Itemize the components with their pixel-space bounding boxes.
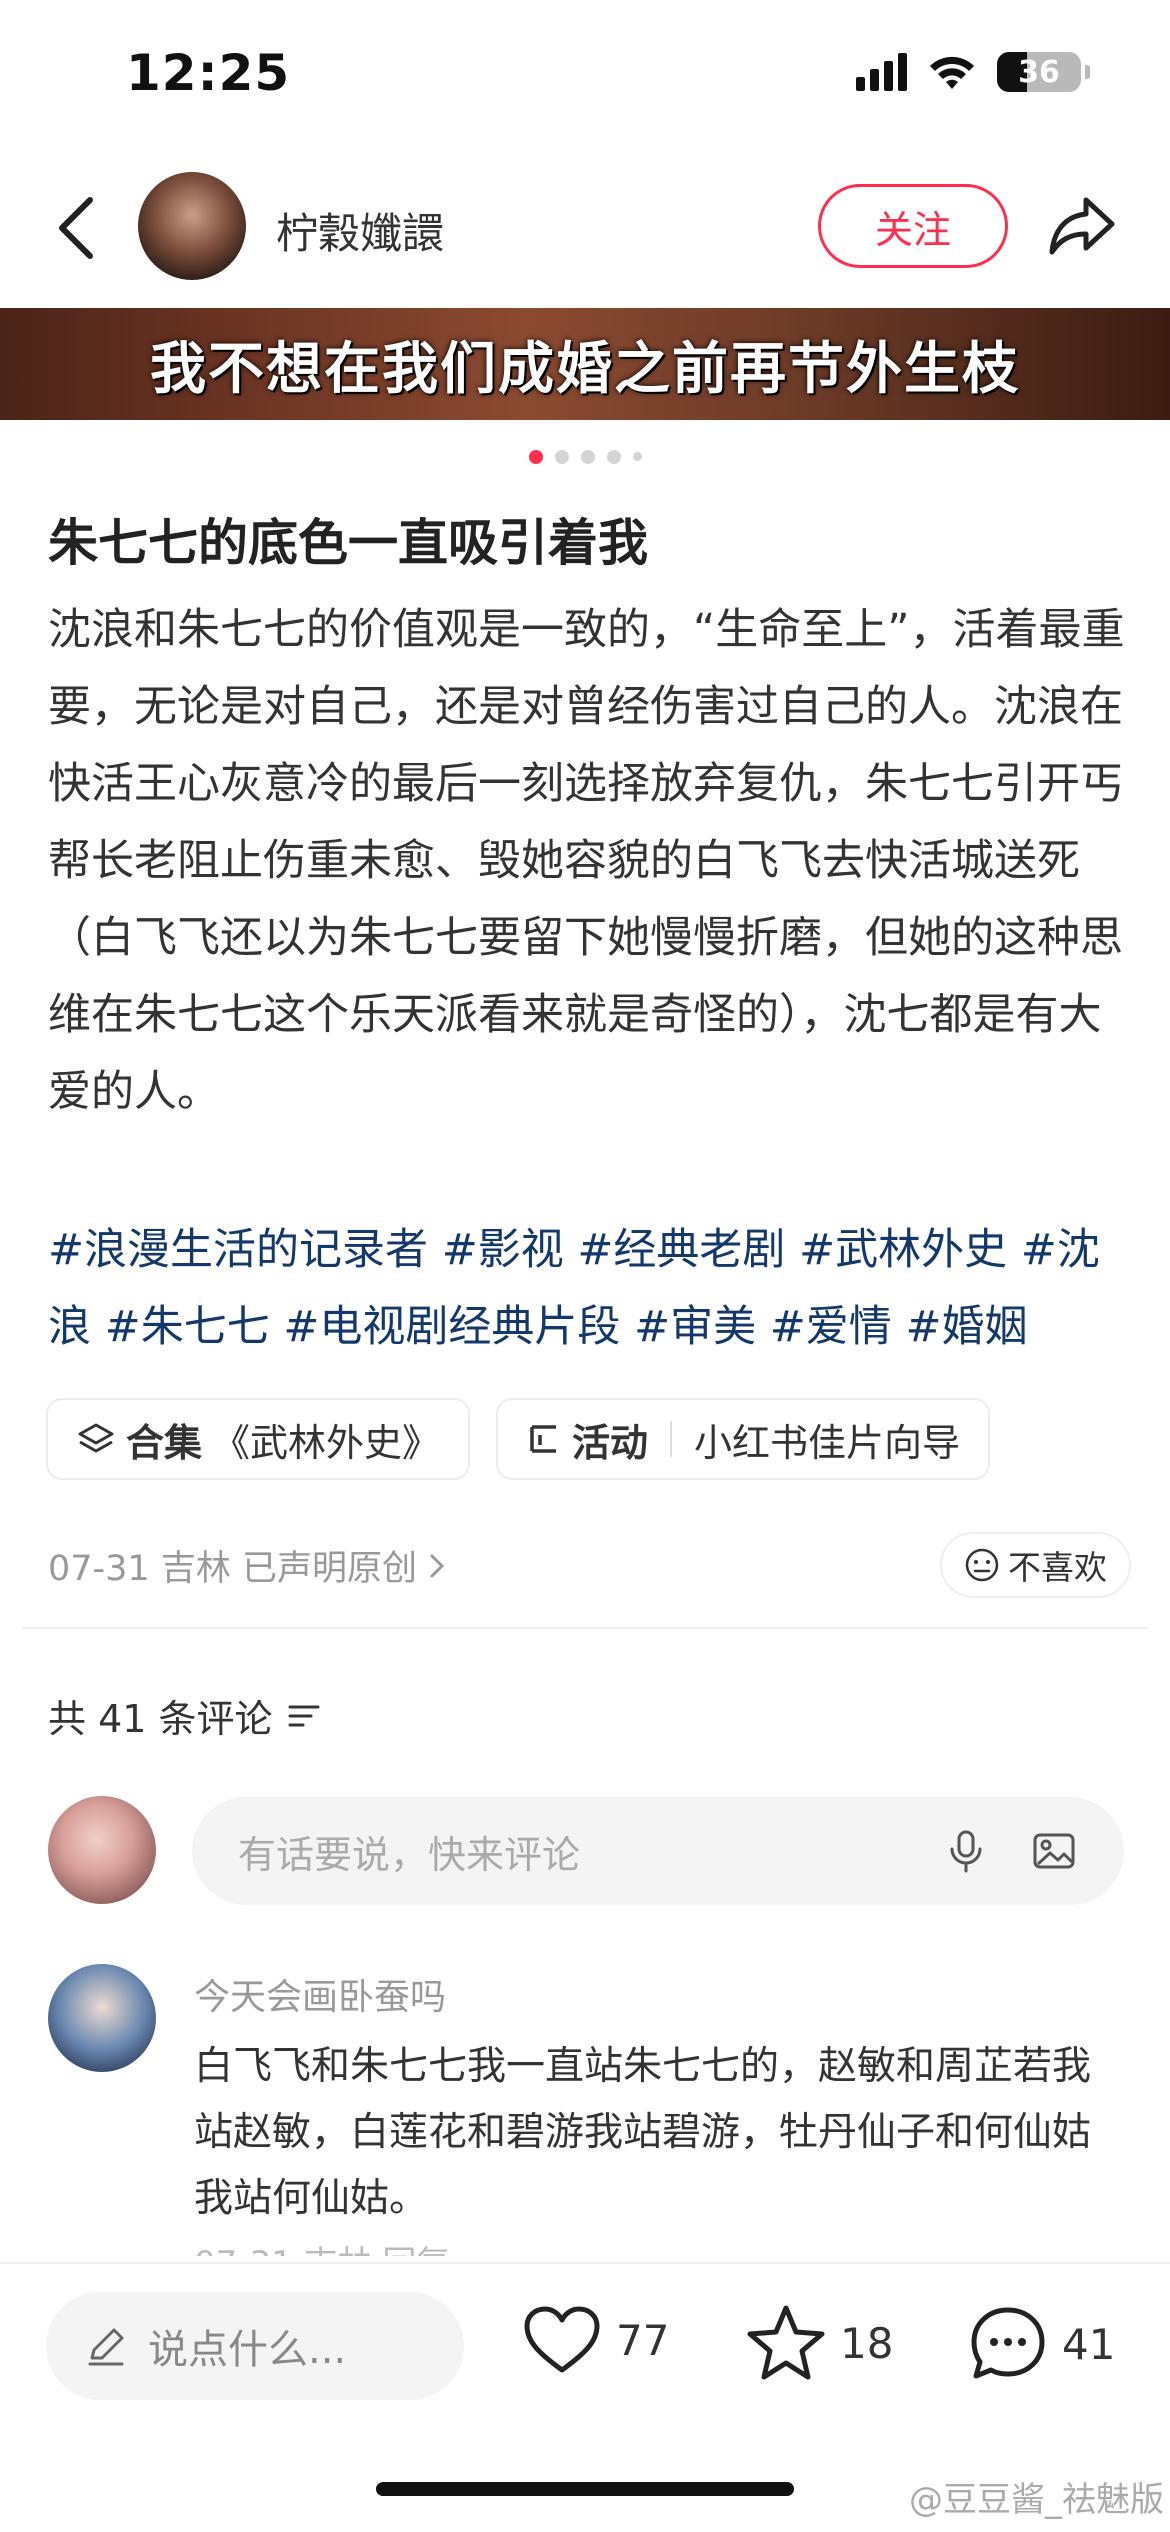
neutral-face-icon — [965, 1548, 999, 1582]
page-dot — [632, 452, 642, 461]
like-button[interactable]: 77 — [522, 2304, 669, 2376]
current-user-avatar — [48, 1796, 156, 1904]
microphone-icon[interactable] — [942, 1827, 990, 1875]
comment-count-label: 共 41 条评论 — [48, 1697, 273, 1741]
status-time: 12:25 — [126, 44, 291, 102]
post-body: 沈浪和朱七七的价值观是一致的，“生命至上”，活着最重要，无论是对自己，还是对曾经… — [48, 605, 1125, 1117]
dislike-button[interactable]: 不喜欢 — [940, 1532, 1131, 1598]
battery-tip — [1085, 65, 1090, 79]
chevron-left-icon — [59, 196, 93, 259]
comment-meta: 07-31 吉林 回复 — [194, 2236, 450, 2256]
author-avatar[interactable] — [138, 172, 246, 280]
say-something-input[interactable]: 说点什么... — [46, 2292, 464, 2400]
layers-icon — [78, 1423, 114, 1453]
comment-text: 白飞飞和朱七七我一直站朱七七的，赵敏和周芷若我站赵敏，白莲花和碧游我站碧游，牡丹… — [194, 2044, 1092, 2221]
watermark: @豆豆酱_祛魅版 — [909, 2480, 1164, 2520]
status-icons: 36 — [856, 52, 1090, 92]
comment-count-bottom: 41 — [1062, 2319, 1116, 2369]
post-image[interactable]: 我不想在我们成婚之前再节外生枝 — [0, 308, 1170, 420]
say-something-placeholder: 说点什么... — [148, 2327, 347, 2373]
status-bar: 12:25 36 — [0, 0, 1170, 150]
back-button[interactable] — [46, 190, 106, 265]
page-dot — [554, 450, 569, 464]
comment-input-placeholder: 有话要说，快来评论 — [238, 1832, 581, 1877]
post-tags[interactable]: #浪漫生活的记录者 #影视 #经典老剧 #武林外史 #沈浪 #朱七七 #电视剧经… — [48, 1212, 1138, 1366]
collection-label: 合集 — [126, 1420, 203, 1465]
battery-percent: 36 — [1018, 54, 1060, 90]
comment-username[interactable]: 今天会画卧蚕吗 — [194, 1968, 446, 2020]
image-pagination — [0, 450, 1170, 464]
activity-label: 活动 — [572, 1420, 649, 1465]
post-title: 朱七七的底色一直吸引着我 — [48, 514, 648, 572]
page-dot — [606, 450, 621, 464]
comment-count[interactable]: 共 41 条评论 — [48, 1688, 321, 1743]
page-dot — [580, 450, 595, 464]
collection-value: 《武林外史》 — [212, 1420, 441, 1465]
heart-icon — [524, 2306, 600, 2373]
pencil-icon — [88, 2328, 124, 2366]
comment-button[interactable]: 41 — [968, 2304, 1115, 2384]
post-meta[interactable]: 07-31 吉林 已声明原创 — [48, 1540, 447, 1591]
image-subtitle: 我不想在我们成婚之前再节外生枝 — [150, 336, 1020, 402]
post-header: 柠穀孅譞 关注 — [0, 150, 1170, 305]
follow-button[interactable]: 关注 — [818, 184, 1008, 268]
comment-avatar[interactable] — [48, 1964, 156, 2072]
like-count: 77 — [616, 2315, 670, 2365]
image-icon[interactable] — [1030, 1827, 1078, 1875]
collect-count: 18 — [840, 2318, 894, 2368]
dislike-label: 不喜欢 — [1008, 1548, 1107, 1587]
section-divider — [22, 1627, 1148, 1629]
activity-chip[interactable]: 活动 小红书佳片向导 — [496, 1398, 991, 1480]
chevron-right-icon — [430, 1554, 445, 1577]
share-icon — [1049, 197, 1115, 255]
post-date-location: 07-31 吉林 已声明原创 — [48, 1549, 417, 1589]
collect-button[interactable]: 18 — [746, 2304, 893, 2382]
page-dot — [528, 450, 543, 464]
share-button[interactable] — [1046, 190, 1118, 262]
wifi-icon — [930, 56, 974, 89]
comment-input[interactable]: 有话要说，快来评论 — [192, 1797, 1124, 1905]
sort-icon — [288, 1705, 320, 1726]
collection-chip[interactable]: 合集 《武林外史》 — [46, 1398, 471, 1480]
author-name[interactable]: 柠穀孅譞 — [276, 200, 444, 261]
chip-divider — [670, 1421, 673, 1457]
star-icon — [747, 2305, 825, 2380]
battery-icon: 36 — [997, 52, 1081, 92]
activity-value: 小红书佳片向导 — [694, 1420, 961, 1465]
home-indicator[interactable] — [376, 2482, 794, 2496]
cellular-signal-icon — [856, 53, 907, 91]
post-chips: 合集 《武林外史》 活动 小红书佳片向导 — [46, 1398, 991, 1480]
activity-icon — [530, 1425, 557, 1453]
comment-bubble-icon — [971, 2307, 1045, 2379]
